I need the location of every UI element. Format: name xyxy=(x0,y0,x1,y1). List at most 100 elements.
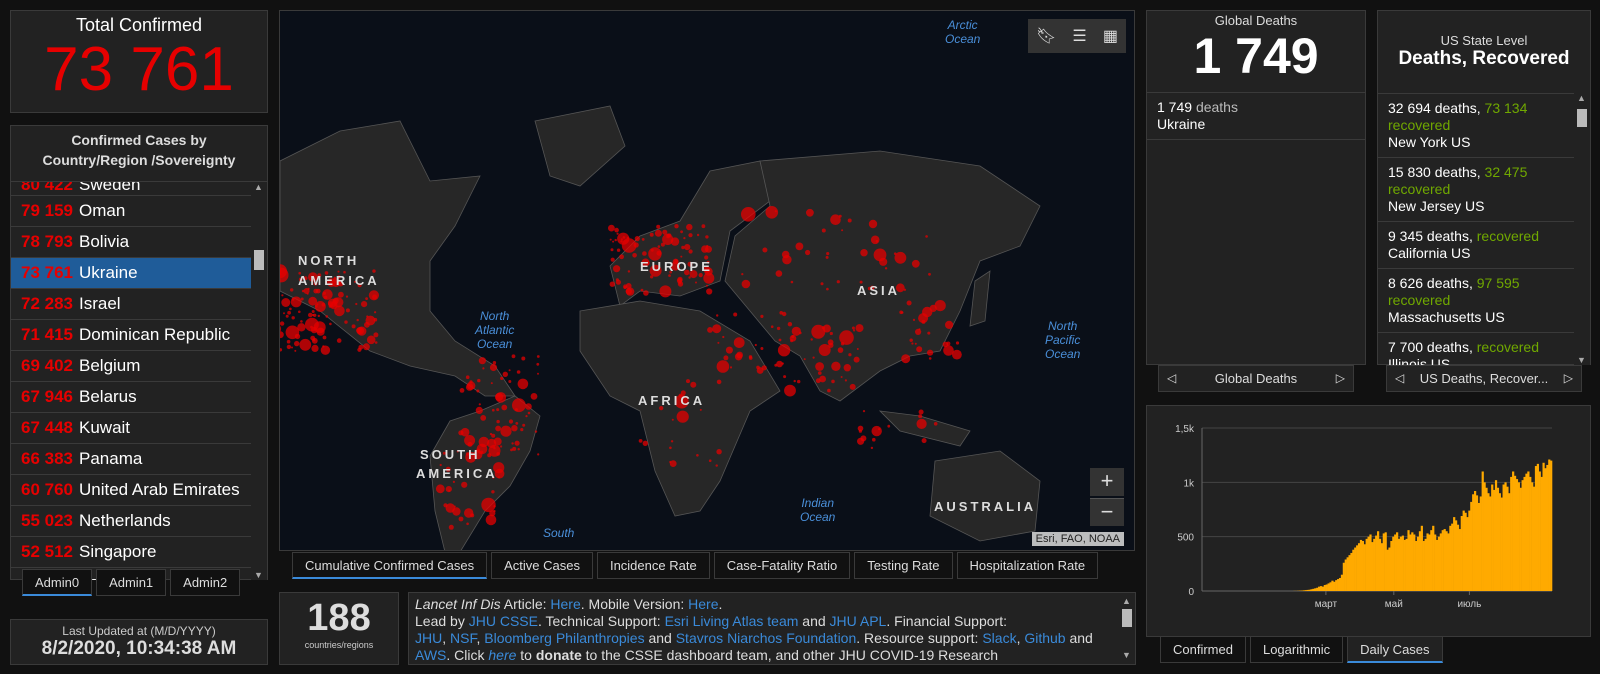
case-marker[interactable] xyxy=(911,259,920,268)
bar[interactable] xyxy=(1325,584,1328,591)
scroll-up-icon[interactable]: ▲ xyxy=(254,182,263,192)
case-marker[interactable] xyxy=(614,238,617,242)
case-marker[interactable] xyxy=(469,380,473,384)
tab-admin2[interactable]: Admin2 xyxy=(170,569,241,596)
bar[interactable] xyxy=(1546,464,1549,591)
case-marker[interactable] xyxy=(476,389,480,393)
bar[interactable] xyxy=(1373,538,1376,591)
bar[interactable] xyxy=(1464,512,1467,591)
case-marker[interactable] xyxy=(927,349,934,356)
case-marker[interactable] xyxy=(703,272,715,284)
case-marker[interactable] xyxy=(511,442,514,445)
case-marker[interactable] xyxy=(716,449,722,455)
bar[interactable] xyxy=(1508,493,1511,591)
case-marker[interactable] xyxy=(716,360,730,373)
case-marker[interactable] xyxy=(610,248,614,252)
bar[interactable] xyxy=(1316,587,1319,591)
bar[interactable] xyxy=(1458,529,1461,591)
bar[interactable] xyxy=(1388,547,1391,591)
case-marker[interactable] xyxy=(515,422,519,425)
bar[interactable] xyxy=(1384,532,1387,591)
case-marker[interactable] xyxy=(831,361,841,371)
case-marker[interactable] xyxy=(928,272,931,276)
case-marker[interactable] xyxy=(294,340,300,347)
bar[interactable] xyxy=(1371,542,1374,591)
bar[interactable] xyxy=(1504,482,1507,591)
bar[interactable] xyxy=(1494,480,1498,591)
bar[interactable] xyxy=(1470,501,1473,591)
case-marker[interactable] xyxy=(820,282,824,286)
bar[interactable] xyxy=(1525,473,1528,591)
mobile-version-link[interactable]: Here xyxy=(688,596,718,612)
case-marker[interactable] xyxy=(849,383,856,390)
case-marker[interactable] xyxy=(512,398,526,413)
case-marker[interactable] xyxy=(374,341,378,344)
case-marker[interactable] xyxy=(811,324,826,339)
case-marker[interactable] xyxy=(797,379,801,384)
case-marker[interactable] xyxy=(683,237,686,240)
case-marker[interactable] xyxy=(365,297,368,300)
case-marker[interactable] xyxy=(355,302,358,306)
case-marker[interactable] xyxy=(847,218,852,223)
case-marker[interactable] xyxy=(776,326,781,331)
case-marker[interactable] xyxy=(493,437,502,446)
case-marker[interactable] xyxy=(514,440,520,446)
case-marker[interactable] xyxy=(741,273,744,276)
bar[interactable] xyxy=(1506,486,1509,591)
case-marker[interactable] xyxy=(475,406,483,414)
case-marker[interactable] xyxy=(294,349,297,352)
scrollbar-thumb[interactable] xyxy=(254,250,264,270)
case-marker[interactable] xyxy=(916,346,923,353)
case-marker[interactable] xyxy=(657,245,661,248)
case-marker[interactable] xyxy=(314,304,318,308)
bookmark-icon[interactable]: 🔖︎ xyxy=(1036,26,1056,46)
list-item[interactable]: 9 345 deaths, recovered California US xyxy=(1378,222,1576,269)
case-marker[interactable] xyxy=(774,363,778,367)
case-marker[interactable] xyxy=(495,425,501,432)
case-marker[interactable] xyxy=(285,314,289,318)
github-link[interactable]: Github xyxy=(1024,630,1065,646)
bar[interactable] xyxy=(1367,536,1370,591)
bar[interactable] xyxy=(1434,534,1437,591)
case-marker[interactable] xyxy=(496,408,500,412)
case-marker[interactable] xyxy=(612,240,615,243)
bar[interactable] xyxy=(1468,510,1471,591)
case-marker[interactable] xyxy=(690,381,697,388)
case-marker[interactable] xyxy=(781,250,790,259)
bar[interactable] xyxy=(1397,538,1401,591)
case-marker[interactable] xyxy=(290,296,302,308)
case-marker[interactable] xyxy=(368,290,379,301)
case-marker[interactable] xyxy=(508,380,512,383)
case-marker[interactable] xyxy=(736,351,743,359)
bar[interactable] xyxy=(1472,494,1475,591)
scrollbar-thumb[interactable] xyxy=(1577,109,1587,127)
case-marker[interactable] xyxy=(534,430,538,433)
case-marker[interactable] xyxy=(793,379,796,383)
case-marker[interactable] xyxy=(911,342,914,345)
case-marker[interactable] xyxy=(650,275,654,279)
case-marker[interactable] xyxy=(280,331,284,339)
case-marker[interactable] xyxy=(491,490,495,494)
case-marker[interactable] xyxy=(829,331,833,336)
case-marker[interactable] xyxy=(489,363,498,372)
list-item[interactable]: 8 626 deaths, 97 595 recovered Massachuse… xyxy=(1378,269,1576,333)
case-marker[interactable] xyxy=(616,248,621,252)
case-marker[interactable] xyxy=(733,337,745,348)
case-marker[interactable] xyxy=(291,316,295,320)
bar[interactable] xyxy=(1439,533,1442,591)
legend-list-icon[interactable]: ☰ xyxy=(1072,26,1086,46)
scroll-down-icon[interactable]: ▼ xyxy=(254,570,263,580)
case-marker[interactable] xyxy=(705,284,708,287)
case-marker[interactable] xyxy=(458,516,464,522)
case-marker[interactable] xyxy=(770,325,774,329)
case-marker[interactable] xyxy=(358,344,364,350)
case-marker[interactable] xyxy=(616,232,619,235)
bar[interactable] xyxy=(1510,476,1513,591)
case-marker[interactable] xyxy=(815,362,824,371)
bar[interactable] xyxy=(1460,516,1463,591)
bar[interactable] xyxy=(1527,471,1530,591)
bar[interactable] xyxy=(1329,582,1332,591)
bar[interactable] xyxy=(1319,586,1323,591)
bar[interactable] xyxy=(1327,583,1330,591)
bloomberg-link[interactable]: Bloomberg Philanthropies xyxy=(484,630,644,646)
